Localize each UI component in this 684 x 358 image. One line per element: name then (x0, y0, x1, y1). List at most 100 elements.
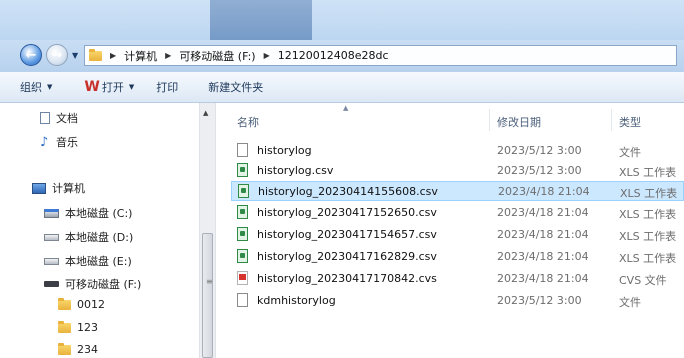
music-icon: ♪ (40, 134, 49, 150)
file-date: 2023/4/18 21:04 (498, 185, 590, 198)
file-type: XLS 工作表 (619, 252, 677, 265)
nav-scrollbar[interactable]: ▲ ≡ (199, 103, 216, 358)
file-date: 2023/5/12 3:00 (497, 164, 582, 177)
nav-item-folder-0012[interactable]: 0012 (58, 297, 105, 311)
file-type: 文件 (619, 146, 641, 159)
folder-icon (58, 342, 71, 355)
nav-item-drive-d[interactable]: 本地磁盘 (D:) (44, 229, 133, 245)
window-title-glow (210, 0, 312, 40)
column-header-date[interactable]: 修改日期 (497, 114, 541, 130)
breadcrumb-removable-drive[interactable]: 可移动磁盘 (F:) (179, 48, 255, 64)
xls-icon (237, 205, 248, 219)
organize-label: 组织 (20, 81, 42, 94)
nav-item-removable-drive[interactable]: 可移动磁盘 (F:) (44, 276, 141, 292)
file-row[interactable]: historylog_20230417152650.csv 2023/4/18 … (231, 203, 684, 223)
column-header-name[interactable]: 名称 (237, 114, 259, 130)
drive-icon (44, 257, 59, 265)
file-row-selected[interactable]: historylog_20230414155608.csv 2023/4/18 … (231, 181, 684, 201)
file-name: historylog_20230417154657.csv (257, 228, 437, 241)
nav-item-drive-e[interactable]: 本地磁盘 (E:) (44, 253, 132, 269)
file-date: 2023/4/18 21:04 (497, 206, 589, 219)
nav-item-label: 0012 (77, 298, 105, 311)
file-name: historylog (257, 144, 312, 157)
folder-icon (58, 297, 71, 310)
file-row[interactable]: historylog_20230417162829.csv 2023/4/18 … (231, 247, 684, 267)
file-row[interactable]: historylog.csv 2023/5/12 3:00 XLS 工作表 (231, 161, 684, 181)
nav-item-folder-123[interactable]: 123 (58, 320, 98, 334)
removable-drive-icon (44, 281, 59, 287)
breadcrumb-separator[interactable]: ▶ (264, 51, 270, 60)
folder-icon (58, 320, 71, 333)
nav-item-label: 本地磁盘 (C:) (65, 207, 133, 220)
window-title-bar (0, 0, 684, 40)
xls-icon (237, 163, 248, 177)
nav-item-label: 234 (77, 343, 98, 356)
wps-office-icon: W (84, 79, 100, 95)
nav-item-label: 本地磁盘 (E:) (65, 255, 132, 268)
file-date: 2023/4/18 21:04 (497, 250, 589, 263)
column-divider[interactable] (489, 109, 490, 131)
nav-item-folder-234[interactable]: 234 (58, 342, 98, 356)
recent-pages-dropdown[interactable]: ▼ (72, 51, 78, 60)
chevron-down-icon: ▼ (47, 83, 53, 91)
address-box[interactable]: ▶ 计算机 ▶ 可移动磁盘 (F:) ▶ 12120012408e28dc (84, 45, 677, 66)
command-toolbar: 组织 ▼ W 打开 ▼ 打印 新建文件夹 (0, 72, 684, 103)
file-name: historylog_20230417170842.cvs (257, 272, 437, 285)
file-row[interactable]: historylog_20230417170842.cvs 2023/4/18 … (231, 269, 684, 289)
navigation-pane: 文档 ♪ 音乐 计算机 本地磁盘 (C:) 本地磁盘 (D:) 本地磁盘 (E:… (0, 103, 199, 358)
column-header-type[interactable]: 类型 (619, 114, 641, 130)
breadcrumb-separator[interactable]: ▶ (110, 51, 116, 60)
file-type: 文件 (619, 296, 641, 309)
nav-item-label: 可移动磁盘 (F:) (65, 278, 142, 291)
nav-item-label: 音乐 (56, 136, 78, 149)
system-drive-icon (44, 208, 59, 218)
file-row[interactable]: kdmhistorylog 2023/5/12 3:00 文件 (231, 291, 684, 311)
back-arrow-icon: ← (25, 47, 37, 63)
xls-icon (237, 227, 248, 241)
file-type: CVS 文件 (619, 274, 667, 287)
back-button[interactable]: ← (20, 44, 42, 66)
file-date: 2023/5/12 3:00 (497, 294, 582, 307)
file-list: ▲ 名称 修改日期 类型 historylog 2023/5/12 3:00 文… (217, 103, 684, 358)
file-row[interactable]: historylog_20230417154657.csv 2023/4/18 … (231, 225, 684, 245)
breadcrumb-computer[interactable]: 计算机 (124, 48, 157, 64)
breadcrumb-current-folder[interactable]: 12120012408e28dc (278, 49, 389, 62)
file-row[interactable]: historylog 2023/5/12 3:00 文件 (231, 141, 684, 161)
address-bar: ← → ▼ ▶ 计算机 ▶ 可移动磁盘 (F:) ▶ 12120012408e2… (0, 40, 684, 73)
document-icon (40, 112, 50, 124)
breadcrumb-separator[interactable]: ▶ (165, 51, 171, 60)
nav-item-documents[interactable]: 文档 (40, 110, 78, 126)
new-folder-button[interactable]: 新建文件夹 (208, 79, 263, 95)
file-icon (237, 293, 248, 307)
nav-item-label: 本地磁盘 (D:) (65, 231, 134, 244)
forward-arrow-icon: → (51, 47, 63, 63)
xls-icon (237, 249, 248, 263)
nav-item-label: 计算机 (52, 182, 85, 195)
file-name: historylog_20230414155608.csv (258, 185, 438, 198)
file-type: XLS 工作表 (619, 208, 677, 221)
file-icon (237, 143, 248, 157)
computer-icon (32, 182, 46, 194)
file-type: XLS 工作表 (619, 230, 677, 243)
grip-icon: ≡ (206, 277, 213, 286)
scrollbar-thumb[interactable]: ≡ (202, 233, 213, 358)
new-folder-label: 新建文件夹 (208, 81, 264, 94)
nav-item-drive-c[interactable]: 本地磁盘 (C:) (44, 205, 132, 221)
file-name: historylog_20230417162829.csv (257, 250, 437, 263)
forward-button[interactable]: → (46, 44, 68, 66)
column-divider[interactable] (611, 109, 612, 131)
organize-button[interactable]: 组织 ▼ (20, 79, 52, 95)
open-label: 打开 (101, 81, 124, 94)
nav-item-computer[interactable]: 计算机 (32, 180, 85, 196)
file-type: XLS 工作表 (619, 166, 677, 179)
scroll-up-arrow-icon[interactable]: ▲ (203, 109, 208, 117)
nav-item-label: 123 (77, 321, 98, 334)
xls-icon (238, 184, 249, 198)
file-name: kdmhistorylog (257, 294, 336, 307)
nav-item-music[interactable]: ♪ 音乐 (40, 134, 78, 150)
print-button[interactable]: 打印 (156, 79, 178, 95)
drive-icon (44, 233, 59, 241)
print-label: 打印 (156, 81, 179, 94)
open-button[interactable]: W 打开 ▼ (84, 79, 134, 95)
file-name: historylog_20230417152650.csv (257, 206, 437, 219)
